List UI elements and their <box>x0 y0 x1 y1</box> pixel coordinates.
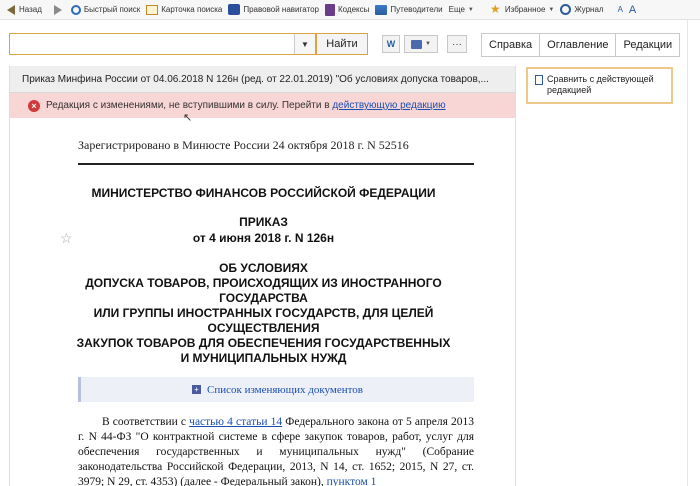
chevron-down-icon: ▼ <box>467 6 474 13</box>
current-edition-link[interactable]: действующую редакцию <box>332 100 445 111</box>
font-decrease-button[interactable]: A <box>615 0 626 20</box>
error-circle-icon: × <box>28 99 40 112</box>
font-increase-button[interactable]: A <box>626 0 639 20</box>
guides-button[interactable]: Путеводители <box>372 0 445 20</box>
changes-list-expander[interactable]: + Список изменяющих документов <box>78 377 474 402</box>
back-button[interactable]: Назад <box>0 0 45 20</box>
subject-line: ЗАКУПОК ТОВАРОВ ДЛЯ ОБЕСПЕЧЕНИЯ ГОСУДАРС… <box>76 336 451 350</box>
search-card-label: Карточка поиска <box>161 5 223 14</box>
bookmark-star-icon[interactable]: ☆ <box>60 230 73 247</box>
search-card-button[interactable]: Карточка поиска <box>143 0 225 20</box>
subject-line: ОСУЩЕСТВЛЕНИЯ <box>207 321 320 335</box>
para-text: В соответствии с <box>102 416 190 428</box>
chevron-down-icon: ▼ <box>548 6 555 13</box>
chevron-down-icon: ▼ <box>301 39 309 49</box>
quick-search-button[interactable]: Быстрый поиск <box>68 0 143 20</box>
codes-label: Кодексы <box>338 5 370 14</box>
back-label: Назад <box>19 5 42 14</box>
warning-text: Редакция с изменениями, не вступившими в… <box>46 100 333 111</box>
back-arrow-icon <box>7 4 15 15</box>
clause-link[interactable]: пунктом 1 <box>327 476 377 486</box>
forward-button[interactable] <box>45 0 68 20</box>
ellipsis-icon: ··· <box>452 38 462 50</box>
expand-plus-icon: + <box>191 385 201 394</box>
find-button-label: Найти <box>326 38 358 50</box>
tab-editions[interactable]: Редакции <box>616 34 679 56</box>
edition-warning: × Редакция с изменениями, не вступившими… <box>10 93 515 118</box>
compare-document-icon <box>535 75 543 85</box>
tab-reference[interactable]: Справка <box>482 34 541 56</box>
codes-button[interactable]: Кодексы <box>322 0 372 20</box>
word-export-button[interactable]: W <box>382 35 400 53</box>
divider <box>78 163 474 165</box>
find-button[interactable]: Найти <box>316 33 368 55</box>
tab-contents[interactable]: Оглавление <box>540 34 617 56</box>
compare-with-current-button[interactable]: Сравнить с действующей редакцией <box>526 67 673 104</box>
more-menu-button[interactable]: Еще ▼ <box>446 0 477 20</box>
more-actions-button[interactable]: ··· <box>447 35 467 53</box>
legal-navigator-button[interactable]: Правовой навигатор <box>225 0 322 20</box>
subject-line: И МУНИЦИПАЛЬНЫХ НУЖД <box>180 351 347 365</box>
article-link[interactable]: частью 4 статьи 14 <box>189 416 282 428</box>
journal-label: Журнал <box>574 5 604 14</box>
more-label: Еще <box>448 5 465 14</box>
compare-label: Сравнить с действующей редакцией <box>547 74 654 95</box>
print-menu-button[interactable]: ▼ <box>404 35 438 53</box>
search-card-icon <box>146 4 159 15</box>
search-input[interactable] <box>9 33 316 55</box>
journal-button[interactable]: Журнал <box>557 0 606 20</box>
favorites-label: Избранное <box>504 5 546 14</box>
subject-line: ДОПУСКА ТОВАРОВ, ПРОИСХОДЯЩИХ ИЗ ИНОСТРА… <box>85 276 442 290</box>
subject-line: ИЛИ ГРУППЫ ИНОСТРАННЫХ ГОСУДАРСТВ, ДЛЯ Ц… <box>93 306 434 320</box>
printer-icon <box>411 39 423 49</box>
registration-note: Зарегистрировано в Минюсте России 24 окт… <box>78 138 409 152</box>
order-date: от 4 июня 2018 г. N 126н <box>192 231 335 245</box>
search-history-dropdown[interactable]: ▼ <box>294 34 315 54</box>
font-small-label: A <box>617 5 623 14</box>
clock-icon <box>560 4 572 15</box>
tab-label: Оглавление <box>547 39 609 51</box>
body-paragraph: В соответствии с частью 4 статьи 14 Феде… <box>78 415 474 486</box>
favorites-button[interactable]: ★ Избранное ▼ <box>487 0 558 20</box>
star-icon: ★ <box>489 2 501 16</box>
ministry-heading: МИНИСТЕРСТВО ФИНАНСОВ РОССИЙСКОЙ ФЕДЕРАЦ… <box>91 186 436 200</box>
subject-line: ГОСУДАРСТВА <box>219 291 308 305</box>
order-heading: ПРИКАЗ <box>239 215 288 229</box>
tab-label: Справка <box>489 39 533 51</box>
codes-book-icon <box>325 3 335 16</box>
mouse-cursor-icon: ↖ <box>183 112 193 124</box>
document-title-text: Приказ Минфина России от 04.06.2018 N 12… <box>22 73 489 85</box>
quick-search-label: Быстрый поиск <box>83 5 141 14</box>
top-toolbar: Назад Быстрый поиск Карточка поиска Прав… <box>0 0 700 20</box>
document-panel: Приказ Минфина России от 04.06.2018 N 12… <box>9 66 516 486</box>
navigator-icon <box>228 4 241 15</box>
document-title: Приказ Минфина России от 04.06.2018 N 12… <box>10 66 515 93</box>
subject-line: ОБ УСЛОВИЯХ <box>219 261 308 275</box>
guides-label: Путеводители <box>390 5 443 14</box>
guides-icon <box>375 4 388 15</box>
font-large-label: A <box>628 3 637 16</box>
changes-list-link[interactable]: Список изменяющих документов <box>207 384 363 396</box>
magnifier-icon <box>70 4 81 15</box>
chevron-down-icon: ▼ <box>425 41 431 47</box>
doc-tabs: Справка Оглавление Редакции <box>481 33 681 57</box>
forward-arrow-icon <box>53 4 62 15</box>
word-icon: W <box>386 39 396 49</box>
legal-navigator-label: Правовой навигатор <box>243 5 319 14</box>
scrollbar-track[interactable] <box>687 20 688 486</box>
tab-label: Редакции <box>623 39 673 51</box>
